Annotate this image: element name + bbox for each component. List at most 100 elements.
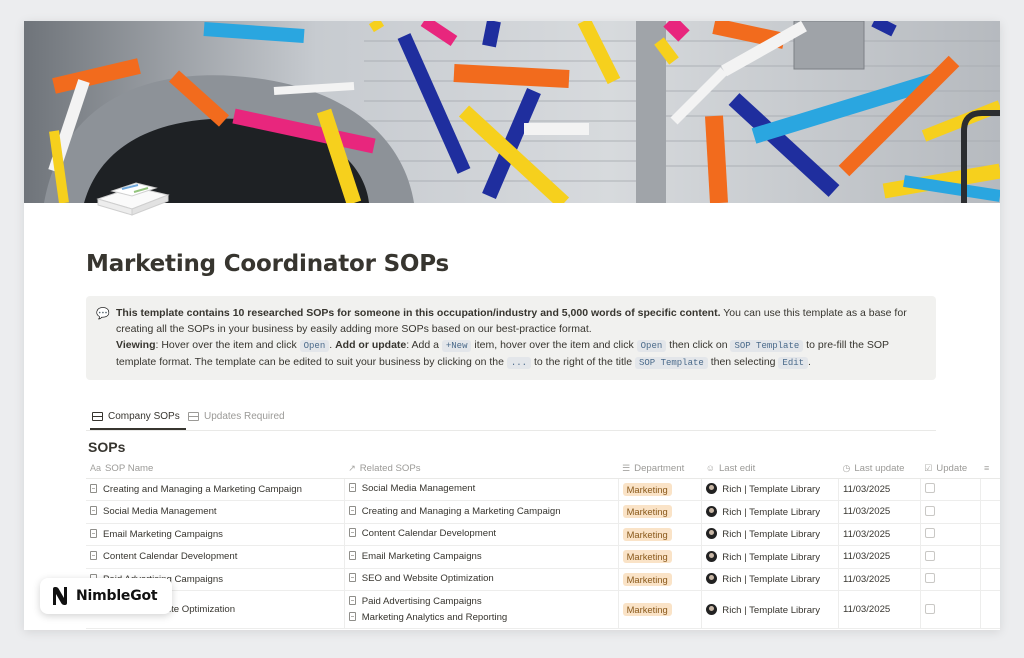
nimblegot-badge[interactable]: NimbleGot (40, 578, 172, 614)
sop-name-cell[interactable]: Creating and Managing a Marketing Campai… (86, 478, 345, 501)
column-label: Last update (854, 462, 905, 474)
column-label: Department (634, 462, 685, 474)
page-icon (90, 528, 97, 538)
instructions-callout: 💬 This template contains 10 researched S… (86, 296, 936, 380)
column-header-sop-name[interactable]: Aa SOP Name (86, 459, 345, 479)
column-label: Last edit (718, 462, 756, 474)
sops-table: Aa SOP Name ↗ Related SOPs ☰ Department ☺ La… (86, 459, 1000, 629)
update-checkbox[interactable] (924, 550, 935, 561)
callout-then-click: then click on (666, 339, 731, 351)
related-sop-link[interactable]: Paid Advertising Campaigns (348, 594, 614, 610)
tab-company-sops[interactable]: Company SOPs (90, 411, 186, 430)
update-cell[interactable] (920, 523, 981, 546)
open-code-2: Open (636, 340, 667, 352)
table-row[interactable]: Social Media Management Creating and Man… (86, 500, 1000, 524)
department-tag: Marketing (622, 505, 672, 519)
update-cell[interactable] (920, 568, 981, 591)
update-checkbox[interactable] (924, 603, 935, 614)
related-sops-cell[interactable]: Email Marketing Campaigns (344, 545, 619, 569)
sop-template-code: SOP Template (730, 340, 804, 352)
last-update-date: 11/03/2025 (842, 604, 891, 615)
department-cell[interactable]: Marketing (618, 478, 703, 501)
table-row[interactable]: Content Calendar Development Email Marke… (86, 545, 1000, 569)
related-sops-cell[interactable]: Social Media Management (344, 478, 619, 501)
cover-art (24, 21, 1000, 203)
checkbox-property-icon: ☑ (924, 462, 933, 473)
callout-then-selecting: then selecting (707, 356, 779, 368)
notion-page: Marketing Coordinator SOPs 💬 This templa… (24, 21, 1000, 630)
last-update-date: 11/03/2025 (842, 483, 891, 495)
related-sop-link[interactable]: Marketing Analytics and Reporting (348, 610, 614, 626)
column-header-last-edit[interactable]: ☺ Last edit (701, 459, 839, 479)
related-sops-cell[interactable]: Creating and Managing a Marketing Campai… (344, 500, 619, 524)
update-checkbox[interactable] (924, 505, 935, 516)
column-header-more[interactable]: ≡ (980, 459, 1000, 479)
related-sop-label: SEO and Website Optimization (361, 573, 494, 585)
related-sop-label: Social Media Management (361, 483, 476, 495)
sop-name-cell[interactable]: Social Media Management (86, 500, 345, 524)
editor-name: Rich | Template Library (722, 604, 821, 616)
last-update-cell: 11/03/2025 (838, 568, 921, 591)
update-cell[interactable] (920, 545, 981, 569)
department-tag: Marketing (622, 527, 672, 541)
callout-intro-bold: This template contains 10 researched SOP… (116, 307, 721, 319)
last-update-date: 11/03/2025 (842, 506, 891, 518)
related-sop-link[interactable]: Creating and Managing a Marketing Campai… (348, 504, 614, 520)
table-row[interactable]: Creating and Managing a Marketing Campai… (86, 478, 1000, 501)
page-icon (90, 551, 97, 561)
department-cell[interactable]: Marketing (618, 523, 703, 546)
table-row[interactable]: Paid Advertising Campaigns SEO and Websi… (86, 568, 1000, 591)
open-code: Open (299, 340, 330, 352)
related-sop-label: Paid Advertising Campaigns (361, 595, 482, 607)
department-cell[interactable]: Marketing (618, 568, 703, 591)
related-sop-label: Email Marketing Campaigns (361, 550, 482, 562)
update-cell[interactable] (920, 478, 981, 501)
department-cell[interactable]: Marketing (618, 590, 703, 629)
column-header-related-sops[interactable]: ↗ Related SOPs (344, 459, 619, 479)
lines-icon: ≡ (984, 462, 990, 473)
related-sop-link[interactable]: Email Marketing Campaigns (348, 549, 614, 565)
related-sop-label: Content Calendar Development (361, 528, 497, 540)
relation-arrow-icon: ↗ (348, 462, 356, 473)
table-row[interactable]: Email Marketing Campaigns Content Calend… (86, 523, 1000, 546)
tab-updates-required[interactable]: Updates Required (188, 411, 285, 422)
related-sop-link[interactable]: SEO and Website Optimization (348, 571, 614, 587)
table-row[interactable]: SEO and Website Optimization Paid Advert… (86, 590, 1000, 629)
department-cell[interactable]: Marketing (618, 500, 703, 524)
last-update-cell: 11/03/2025 (838, 523, 921, 546)
page-icon (348, 573, 356, 583)
page-title: Marketing Coordinator SOPs (86, 251, 450, 277)
related-sop-link[interactable]: Social Media Management (348, 481, 614, 497)
related-sops-cell[interactable]: Content Calendar Development (344, 523, 619, 546)
sop-name: Social Media Management (103, 506, 217, 518)
last-update-cell: 11/03/2025 (838, 545, 921, 569)
last-edit-cell: Rich | Template Library (701, 568, 839, 591)
related-sops-cell[interactable]: Paid Advertising Campaigns Marketing Anal… (344, 590, 619, 629)
related-sops-cell[interactable]: SEO and Website Optimization (344, 568, 619, 591)
page-icon (348, 550, 356, 560)
avatar (706, 550, 718, 562)
sop-name-cell[interactable]: Content Calendar Development (86, 545, 345, 569)
sop-name-cell[interactable]: Email Marketing Campaigns (86, 523, 345, 546)
callout-viewing-text: : Hover over the item and click (155, 339, 300, 351)
department-tag: Marketing (622, 603, 672, 616)
update-checkbox[interactable] (924, 528, 935, 539)
update-cell[interactable] (920, 500, 981, 524)
column-header-last-update[interactable]: ◷ Last update (838, 459, 921, 479)
dots-code: ... (506, 357, 532, 369)
related-sop-link[interactable]: Content Calendar Development (348, 526, 614, 542)
column-header-update[interactable]: ☑ Update (920, 459, 981, 479)
text-property-icon: Aa (90, 462, 102, 473)
column-header-department[interactable]: ☰ Department (618, 459, 702, 479)
empty-cell (980, 523, 1000, 546)
sop-name: Email Marketing Campaigns (103, 528, 223, 540)
books-page-icon[interactable] (94, 177, 170, 217)
update-cell[interactable] (920, 590, 981, 629)
tab-label: Company SOPs (108, 411, 180, 422)
nimblegot-n-logo-icon (53, 587, 67, 605)
update-checkbox[interactable] (924, 573, 935, 584)
table-icon (92, 412, 103, 421)
department-tag: Marketing (622, 550, 672, 564)
update-checkbox[interactable] (924, 483, 935, 494)
department-cell[interactable]: Marketing (618, 545, 703, 569)
